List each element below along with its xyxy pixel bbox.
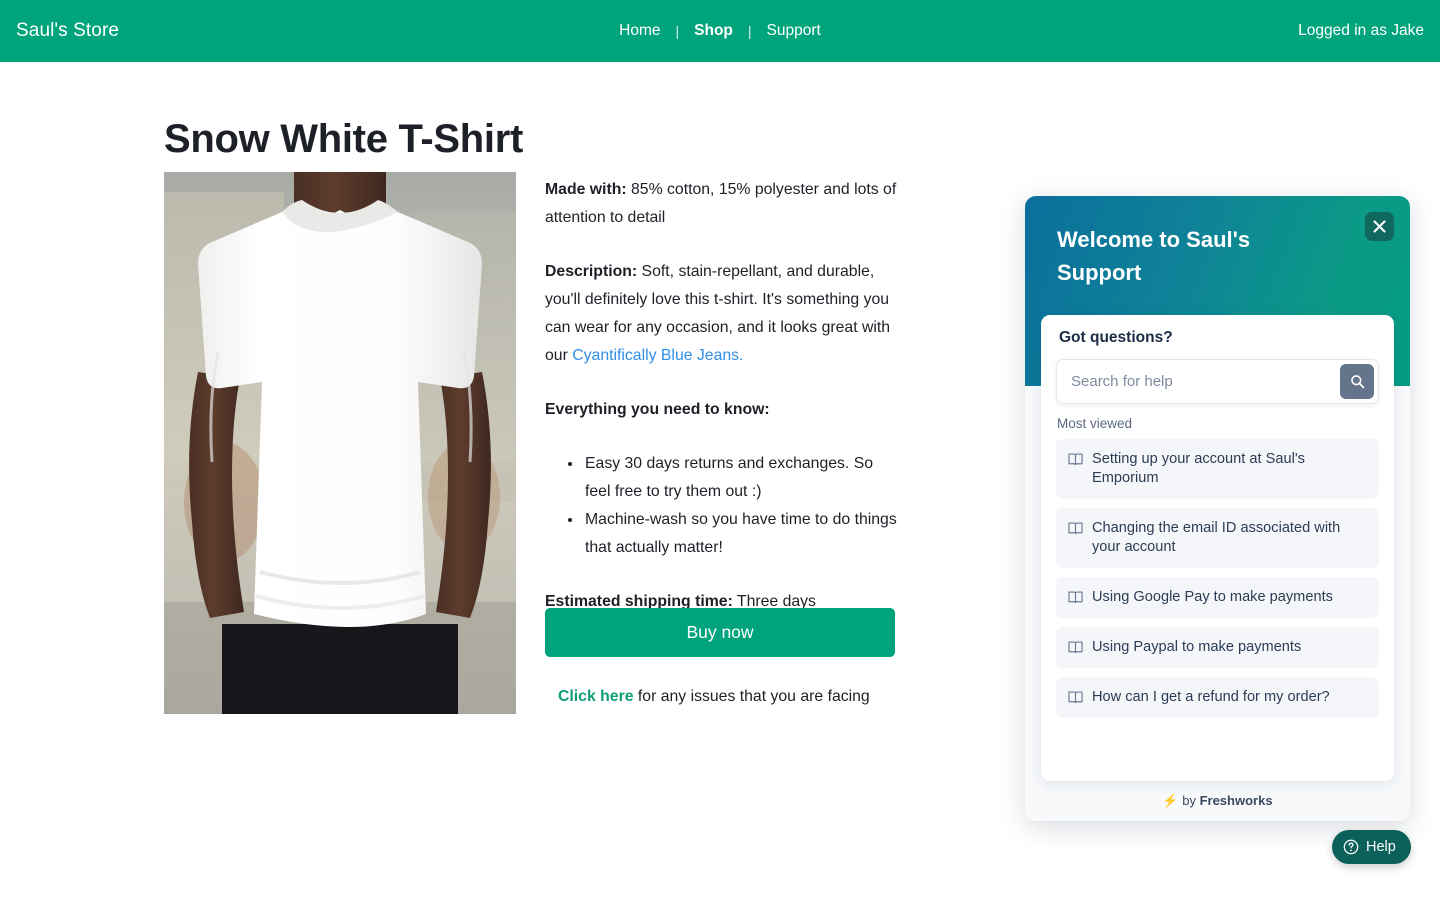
description-label: Description: [545,263,638,280]
search-field-wrapper [1056,359,1379,404]
list-item[interactable]: Setting up your account at Saul's Empori… [1056,439,1379,499]
list-item: Easy 30 days returns and exchanges. So f… [583,450,897,506]
related-product-link[interactable]: Cyantifically Blue Jeans. [572,347,743,364]
site-brand[interactable]: Saul's Store [16,20,119,42]
most-viewed-label: Most viewed [1057,416,1133,431]
nav-link-home[interactable]: Home [619,22,660,40]
powered-by-brand: Freshworks [1199,793,1273,808]
page-title: Snow White T-Shirt [164,116,524,161]
nav-link-support[interactable]: Support [767,22,821,40]
list-item[interactable]: Using Google Pay to make payments [1056,577,1379,618]
account-status-label[interactable]: Logged in as Jake [1298,22,1424,40]
support-widget: Welcome to Saul's Support Got questions?… [1025,196,1410,821]
tshirt-photo-illustration [164,172,516,714]
list-item[interactable]: Using Paypal to make payments [1056,627,1379,668]
made-with-label: Made with: [545,181,627,198]
help-launcher-button[interactable]: Help [1332,830,1411,864]
book-icon [1068,453,1083,466]
close-widget-button[interactable] [1365,212,1394,241]
need-to-know-heading: Everything you need to know: [545,396,897,424]
widget-title: Welcome to Saul's Support [1057,227,1251,285]
book-icon [1068,691,1083,704]
top-navigation-bar: Saul's Store Home | Shop | Support Logge… [0,0,1440,62]
book-icon [1068,641,1083,654]
product-image [164,172,516,714]
help-label: Help [1366,839,1396,855]
help-search-card: Got questions? Most viewed Setting up yo… [1041,315,1394,781]
article-list: Setting up your account at Saul's Empori… [1056,439,1379,727]
powered-by-footer: ⚡ by Freshworks [1025,793,1410,809]
nav-separator: | [747,23,752,39]
article-title: How can I get a refund for my order? [1092,689,1330,705]
search-input[interactable] [1057,360,1327,403]
support-hint-text: for any issues that you are facing [633,688,870,705]
nav-link-shop[interactable]: Shop [694,22,733,40]
question-mark-circle-icon [1343,839,1359,855]
powered-by-text: by [1178,793,1200,808]
made-with-paragraph: Made with: 85% cotton, 15% polyester and… [545,176,897,232]
search-submit-button[interactable] [1340,364,1374,399]
report-issue-link[interactable]: Click here [558,688,634,705]
description-paragraph: Description: Soft, stain-repellant, and … [545,258,897,370]
article-title: Changing the email ID associated with yo… [1092,520,1341,555]
article-title: Using Paypal to make payments [1092,639,1302,655]
list-item[interactable]: Changing the email ID associated with yo… [1056,508,1379,568]
list-item[interactable]: How can I get a refund for my order? [1056,677,1379,718]
search-icon [1350,375,1364,389]
got-questions-heading: Got questions? [1059,329,1173,346]
list-item: Machine-wash so you have time to do thin… [583,506,897,562]
close-icon [1373,220,1386,233]
buy-now-button[interactable]: Buy now [545,608,895,657]
book-icon [1068,591,1083,604]
article-title: Setting up your account at Saul's Empori… [1092,451,1305,486]
need-to-know-label: Everything you need to know: [545,401,770,418]
support-hint-line: Click here for any issues that you are f… [558,688,870,706]
product-feature-list: Easy 30 days returns and exchanges. So f… [545,450,897,562]
nav-separator: | [675,23,680,39]
article-title: Using Google Pay to make payments [1092,589,1333,605]
lightning-bolt-icon: ⚡ [1162,793,1179,808]
product-details: Made with: 85% cotton, 15% polyester and… [545,176,897,616]
primary-nav-links: Home | Shop | Support [619,22,821,40]
book-icon [1068,522,1083,535]
